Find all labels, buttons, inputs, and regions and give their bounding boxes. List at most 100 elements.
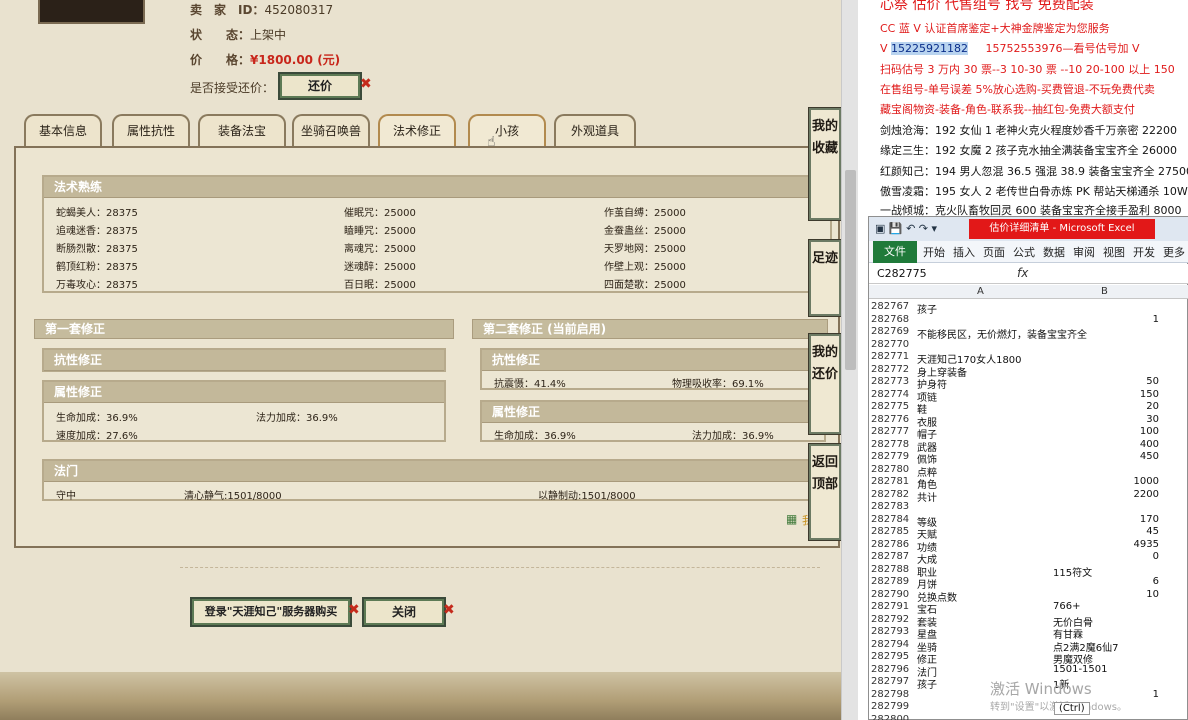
cell-b[interactable]: 150 xyxy=(1140,389,1159,400)
side-button-footprints[interactable]: 足迹 xyxy=(808,239,842,317)
ribbon-tab[interactable]: 更多 xyxy=(1163,244,1185,260)
name-box[interactable]: C282775 xyxy=(877,267,961,281)
row-number[interactable]: 282781 xyxy=(871,476,915,487)
row-number[interactable]: 282796 xyxy=(871,664,915,675)
ribbon-tab[interactable]: 开发 xyxy=(1133,244,1155,260)
row-number[interactable]: 282771 xyxy=(871,351,915,362)
ribbon-tab[interactable]: 插入 xyxy=(953,244,975,260)
close-button[interactable]: 关闭 xyxy=(362,597,446,627)
column-header-b[interactable]: B xyxy=(1101,286,1108,297)
ribbon-tab[interactable]: 开始 xyxy=(923,244,945,260)
scrollbar-thumb[interactable] xyxy=(845,170,856,370)
row-number[interactable]: 282783 xyxy=(871,501,915,512)
cell-b[interactable]: 1000 xyxy=(1134,476,1159,487)
row-number[interactable]: 282776 xyxy=(871,414,915,425)
row-number[interactable]: 282800 xyxy=(871,714,915,720)
cell-b[interactable]: 45 xyxy=(1146,526,1159,537)
row-number[interactable]: 282768 xyxy=(871,314,915,325)
fx-icon[interactable]: fx xyxy=(1017,266,1028,280)
row-number[interactable]: 282778 xyxy=(871,439,915,450)
row-number[interactable]: 282788 xyxy=(871,564,915,575)
phone-number-highlighted: 15225921182 xyxy=(891,42,969,55)
row-number[interactable]: 282797 xyxy=(871,676,915,687)
page-scrollbar[interactable] xyxy=(841,0,858,720)
cell-b[interactable]: 4935 xyxy=(1134,539,1159,550)
row-number[interactable]: 282775 xyxy=(871,401,915,412)
column-header-a[interactable]: A xyxy=(977,286,984,297)
row-number[interactable]: 282799 xyxy=(871,701,915,712)
cell-b[interactable]: 170 xyxy=(1140,514,1159,525)
quick-access-toolbar[interactable]: ▣ 💾 ↶ ↷ ▾ xyxy=(875,222,937,235)
cell-b[interactable]: 766+ xyxy=(1053,601,1080,612)
row-number[interactable]: 282779 xyxy=(871,451,915,462)
tab-spell-correction[interactable]: 法术修正 xyxy=(378,114,456,146)
row-number[interactable]: 282792 xyxy=(871,614,915,625)
cell-a[interactable]: 不能移民区，无价燃灯，装备宝宝齐全 xyxy=(917,326,1087,341)
spell-correction-panel: 法术熟练 蛇蝎美人：28375 催眠咒：25000 作茧自缚：25000 追魂迷… xyxy=(14,146,840,548)
row-number[interactable]: 282773 xyxy=(871,376,915,387)
cell-b[interactable]: 400 xyxy=(1140,439,1159,450)
row-number[interactable]: 282790 xyxy=(871,589,915,600)
paste-options-tag[interactable]: (Ctrl) xyxy=(1054,702,1090,715)
tab-basic-info[interactable]: 基本信息 xyxy=(24,114,102,146)
cell-b[interactable]: 1 xyxy=(1153,689,1159,700)
counter-offer-button[interactable]: 还价 xyxy=(278,72,362,100)
set1-attr: 生命加成：36.9% xyxy=(56,413,138,424)
column-headers: A B xyxy=(869,285,1188,299)
row-number[interactable]: 282795 xyxy=(871,651,915,662)
ribbon-tab-file[interactable]: 文件 xyxy=(873,241,917,263)
fa-men-item: 以静制动:1501/8000 xyxy=(538,491,636,502)
cell-a[interactable]: 共计 xyxy=(917,489,937,504)
cell-b[interactable]: 30 xyxy=(1146,414,1159,425)
tab-attributes[interactable]: 属性抗性 xyxy=(112,114,190,146)
cell-b[interactable]: 20 xyxy=(1146,401,1159,412)
row-number[interactable]: 282782 xyxy=(871,489,915,500)
cell-b[interactable]: 50 xyxy=(1146,376,1159,387)
cell-b[interactable]: 6 xyxy=(1153,576,1159,587)
cell-b[interactable]: 1 xyxy=(1153,314,1159,325)
tab-equipment[interactable]: 装备法宝 xyxy=(198,114,286,146)
cell-b[interactable]: 2200 xyxy=(1134,489,1159,500)
row-number[interactable]: 282770 xyxy=(871,339,915,350)
spreadsheet-icon[interactable]: ▦ xyxy=(786,512,797,526)
row-number[interactable]: 282798 xyxy=(871,689,915,700)
ribbon-tab[interactable]: 视图 xyxy=(1103,244,1125,260)
side-button-favorites[interactable]: 我的收藏 xyxy=(808,107,842,221)
side-button-my-offers[interactable]: 我的还价 xyxy=(808,333,842,435)
row-number[interactable]: 282787 xyxy=(871,551,915,562)
row-number[interactable]: 282786 xyxy=(871,539,915,550)
ad-line: 藏宝阁物资-装备-角色-联系我--抽红包-免费大额支付 xyxy=(880,103,1135,116)
spell-item: 离魂咒：25000 xyxy=(344,244,416,255)
tab-appearance[interactable]: 外观道具 xyxy=(554,114,636,146)
cell-b[interactable]: 450 xyxy=(1140,451,1159,462)
tab-children[interactable]: 小孩 xyxy=(468,114,546,146)
ribbon-tab[interactable]: 公式 xyxy=(1013,244,1035,260)
tab-mounts-pets[interactable]: 坐骑召唤兽 xyxy=(292,114,370,146)
cell-b[interactable]: 100 xyxy=(1140,426,1159,437)
cell-b[interactable]: 115符文 xyxy=(1053,564,1092,579)
row-number[interactable]: 282774 xyxy=(871,389,915,400)
ribbon-tab[interactable]: 审阅 xyxy=(1073,244,1095,260)
row-number[interactable]: 282769 xyxy=(871,326,915,337)
side-button-back-to-top[interactable]: 返回顶部 xyxy=(808,443,842,541)
row-number[interactable]: 282794 xyxy=(871,639,915,650)
ribbon-tab[interactable]: 数据 xyxy=(1043,244,1065,260)
login-buy-button[interactable]: 登录"天涯知己"服务器购买 xyxy=(190,597,352,627)
spell-item: 作壁上观：25000 xyxy=(604,262,686,273)
row-number[interactable]: 282777 xyxy=(871,426,915,437)
row-number[interactable]: 282789 xyxy=(871,576,915,587)
row-number[interactable]: 282767 xyxy=(871,301,915,312)
row-number[interactable]: 282785 xyxy=(871,526,915,537)
ribbon-tab[interactable]: 页面 xyxy=(983,244,1005,260)
cell-a[interactable]: 孩子 xyxy=(917,676,937,691)
row-number[interactable]: 282784 xyxy=(871,514,915,525)
set2-resist-title: 抗性修正 xyxy=(482,350,824,371)
cell-b[interactable]: 0 xyxy=(1153,551,1159,562)
cell-b[interactable]: 1501-1501 xyxy=(1053,664,1108,675)
row-number[interactable]: 282793 xyxy=(871,626,915,637)
cell-a[interactable]: 孩子 xyxy=(917,301,937,316)
row-number[interactable]: 282791 xyxy=(871,601,915,612)
cell-b[interactable]: 10 xyxy=(1146,589,1159,600)
row-number[interactable]: 282780 xyxy=(871,464,915,475)
row-number[interactable]: 282772 xyxy=(871,364,915,375)
